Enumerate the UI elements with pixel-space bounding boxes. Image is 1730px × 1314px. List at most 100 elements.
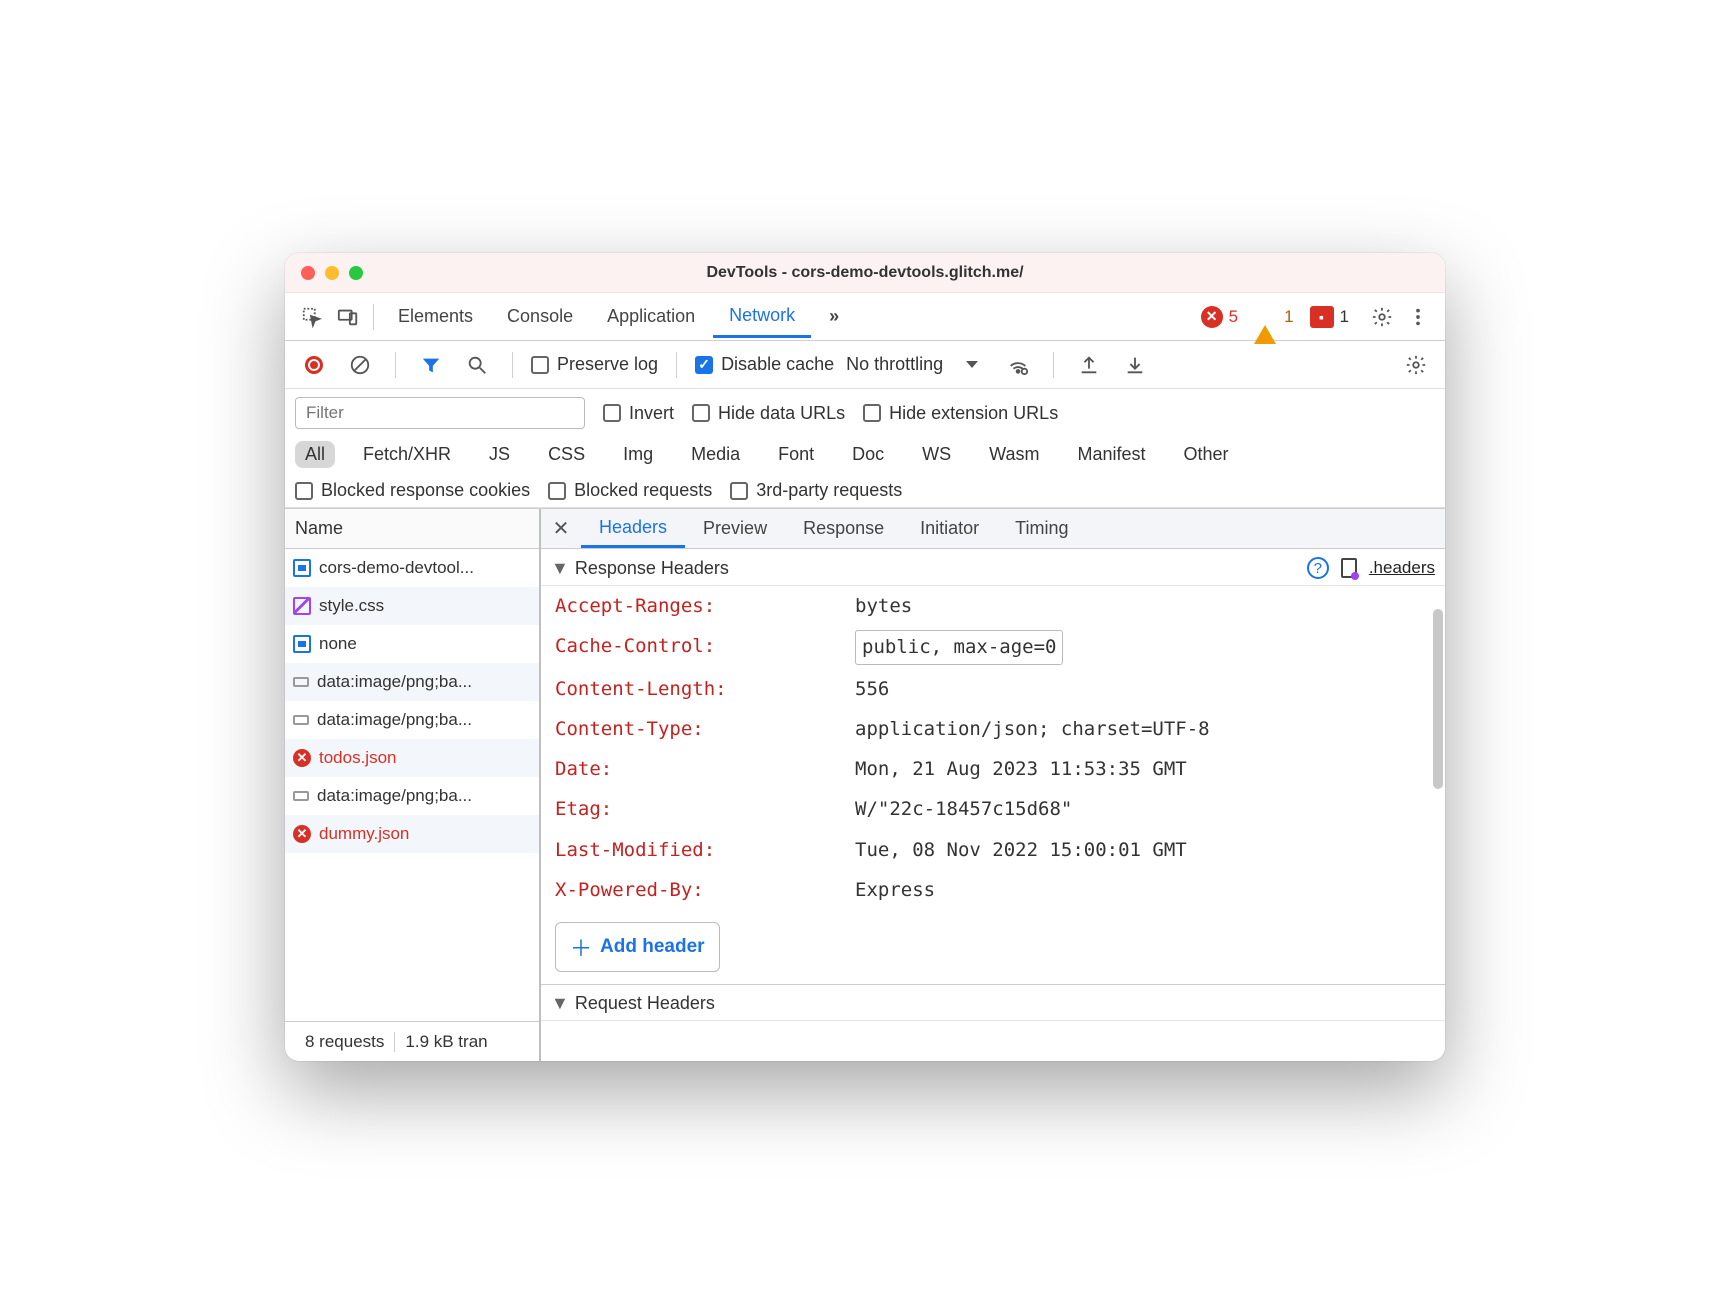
filter-input[interactable] [295,397,585,429]
warning-count[interactable]: 1 [1284,307,1293,327]
tab-application[interactable]: Application [591,298,711,335]
type-filter-all[interactable]: All [295,441,335,468]
headers-file-link[interactable]: .headers [1369,558,1435,578]
clear-icon[interactable] [343,348,377,382]
type-filter[interactable]: Img [613,441,663,468]
network-conditions-icon[interactable] [1001,348,1035,382]
type-filter-row: All Fetch/XHR JS CSS Img Media Font Doc … [285,435,1445,474]
detail-tab-headers[interactable]: Headers [581,509,685,548]
throttling-caret-icon[interactable] [955,348,989,382]
throttling-select[interactable]: No throttling [846,354,943,375]
request-name: data:image/png;ba... [317,710,472,730]
download-har-icon[interactable] [1118,348,1152,382]
separator [395,352,396,378]
hide-extension-urls-checkbox[interactable]: Hide extension URLs [863,403,1058,424]
name-column-header[interactable]: Name [285,509,539,549]
type-filter[interactable]: Doc [842,441,894,468]
request-name: none [319,634,357,654]
detail-tab-preview[interactable]: Preview [685,509,785,548]
request-name: data:image/png;ba... [317,672,472,692]
header-value: Mon, 21 Aug 2023 11:53:35 GMT [855,753,1187,785]
detail-tab-timing[interactable]: Timing [997,509,1086,548]
settings-gear-icon[interactable] [1365,300,1399,334]
titlebar: DevTools - cors-demo-devtools.glitch.me/ [285,253,1445,293]
header-row: Content-Length:556 [541,669,1445,709]
close-detail-icon[interactable]: ✕ [541,516,581,541]
type-filter[interactable]: Other [1174,441,1239,468]
tab-console[interactable]: Console [491,298,589,335]
header-key: Accept-Ranges: [555,590,855,622]
detail-tab-response[interactable]: Response [785,509,902,548]
separator [373,304,374,330]
header-value[interactable]: public, max-age=0 [855,630,1063,664]
hide-data-urls-checkbox[interactable]: Hide data URLs [692,403,845,424]
request-name: cors-demo-devtool... [319,558,474,578]
header-value: bytes [855,590,912,622]
request-footer: 8 requests 1.9 kB tran [285,1021,539,1061]
network-settings-gear-icon[interactable] [1399,348,1433,382]
disclosure-triangle-icon[interactable]: ▼ [551,993,569,1014]
disable-cache-label: Disable cache [721,354,834,375]
device-toolbar-icon[interactable] [331,300,365,334]
type-filter[interactable]: JS [479,441,520,468]
request-headers-section-title[interactable]: ▼ Request Headers [541,984,1445,1021]
blocked-requests-label: Blocked requests [574,480,712,501]
request-row[interactable]: style.css [285,587,539,625]
third-party-checkbox[interactable]: 3rd-party requests [730,480,902,501]
header-key: Content-Length: [555,673,855,705]
add-header-button[interactable]: ＋ Add header [555,922,720,972]
detail-tab-initiator[interactable]: Initiator [902,509,997,548]
request-row[interactable]: none [285,625,539,663]
request-row[interactable]: cors-demo-devtool... [285,549,539,587]
header-value: W/"22c-18457c15d68" [855,793,1072,825]
header-row: Cache-Control:public, max-age=0 [541,626,1445,668]
error-count[interactable]: 5 [1229,307,1238,327]
css-file-icon [293,597,311,615]
request-row[interactable]: data:image/png;ba... [285,663,539,701]
disable-cache-checkbox[interactable]: Disable cache [695,354,834,375]
header-key: Content-Type: [555,713,855,745]
upload-har-icon[interactable] [1072,348,1106,382]
detail-panel: ✕ Headers Preview Response Initiator Tim… [541,509,1445,1061]
type-filter[interactable]: Fetch/XHR [353,441,461,468]
blocked-requests-checkbox[interactable]: Blocked requests [548,480,712,501]
invert-label: Invert [629,403,674,424]
inspect-icon[interactable] [295,300,329,334]
file-icon[interactable] [1341,558,1357,578]
record-button[interactable] [297,348,331,382]
request-list-panel: Name cors-demo-devtool... style.css none da… [285,509,541,1061]
issue-badge-icon[interactable]: ▪ [1310,306,1334,328]
preserve-log-checkbox[interactable]: Preserve log [531,354,658,375]
disclosure-triangle-icon[interactable]: ▼ [551,558,569,579]
response-headers-section-title[interactable]: ▼ Response Headers ? .headers [541,549,1445,586]
issue-count[interactable]: 1 [1340,307,1349,327]
filter-icon[interactable] [414,348,448,382]
search-icon[interactable] [460,348,494,382]
header-key: Date: [555,753,855,785]
request-row[interactable]: data:image/png;ba... [285,701,539,739]
scrollbar-thumb[interactable] [1433,609,1443,789]
kebab-menu-icon[interactable] [1401,300,1435,334]
type-filter[interactable]: Manifest [1068,441,1156,468]
tab-network[interactable]: Network [713,297,811,338]
type-filter[interactable]: Font [768,441,824,468]
type-filter[interactable]: CSS [538,441,595,468]
header-row: Etag:W/"22c-18457c15d68" [541,789,1445,829]
main-tab-strip: Elements Console Application Network » ✕… [285,293,1445,341]
response-headers-label: Response Headers [575,558,729,579]
request-name: style.css [319,596,384,616]
invert-checkbox[interactable]: Invert [603,403,674,424]
type-filter[interactable]: Media [681,441,750,468]
tab-more[interactable]: » [813,298,855,335]
request-row[interactable]: dummy.json [285,815,539,853]
type-filter[interactable]: Wasm [979,441,1049,468]
type-filter[interactable]: WS [912,441,961,468]
request-row[interactable]: todos.json [285,739,539,777]
request-row[interactable]: data:image/png;ba... [285,777,539,815]
error-badge-icon[interactable]: ✕ [1201,306,1223,328]
header-key: X-Powered-By: [555,874,855,906]
help-icon[interactable]: ? [1307,557,1329,579]
warning-badge-icon[interactable] [1254,308,1276,326]
blocked-cookies-checkbox[interactable]: Blocked response cookies [295,480,530,501]
tab-elements[interactable]: Elements [382,298,489,335]
